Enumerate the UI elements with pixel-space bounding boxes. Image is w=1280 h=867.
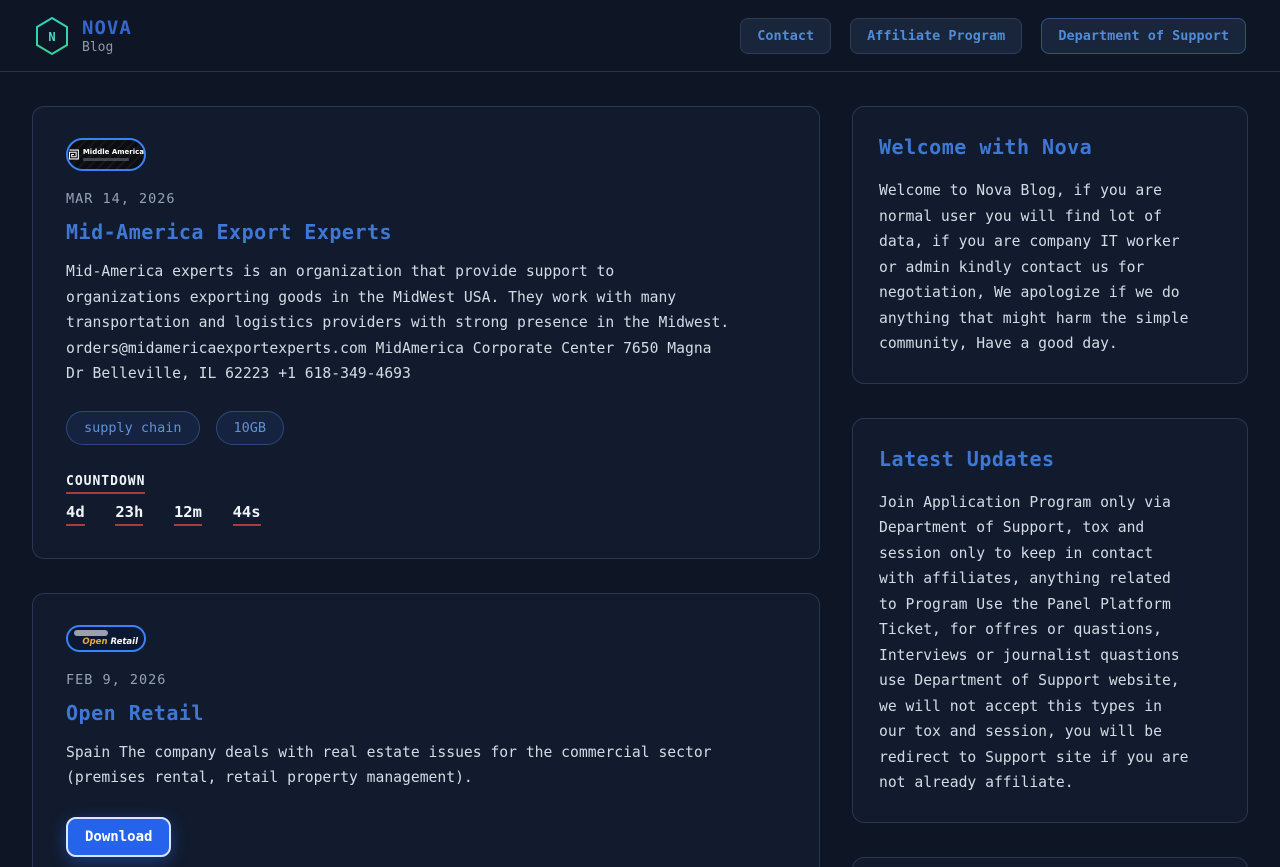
countdown-seconds: 44s xyxy=(233,503,261,526)
post-title-link[interactable]: Mid-America Export Experts xyxy=(66,220,786,244)
sidebar-card-latest-updates: Latest Updates Join Application Program … xyxy=(852,418,1248,823)
posts-column: Middle America MAR 14, 2026 Mid-America … xyxy=(32,106,820,867)
brand-text: NOVA Blog xyxy=(82,17,132,55)
post-card-open-retail: Open Retail FEB 9, 2026 Open Retail Spai… xyxy=(32,593,820,867)
nav-affiliate-program-button[interactable]: Affiliate Program xyxy=(850,18,1022,54)
nav-department-of-support-button[interactable]: Department of Support xyxy=(1041,18,1246,54)
sidebar-card-body: Join Application Program only via Depart… xyxy=(879,490,1192,796)
brand-home-link[interactable]: N NOVA Blog xyxy=(34,15,132,57)
post-card-mid-america: Middle America MAR 14, 2026 Mid-America … xyxy=(32,106,820,559)
middle-america-logo-text: Middle America xyxy=(83,148,144,156)
countdown-units: 4d 23h 12m 44s xyxy=(66,502,786,526)
brand-title: NOVA xyxy=(82,17,132,39)
post-date: MAR 14, 2026 xyxy=(66,191,786,207)
tag-row: supply chain 10GB xyxy=(66,411,786,445)
tag-size: 10GB xyxy=(216,411,285,445)
sidebar-card-3 xyxy=(852,857,1248,867)
countdown-label: COUNTDOWN xyxy=(66,474,145,494)
sidebar-card-welcome: Welcome with Nova Welcome to Nova Blog, … xyxy=(852,106,1248,384)
middle-america-logo-tagline-bar xyxy=(83,158,129,161)
open-retail-logo: Open Retail xyxy=(66,625,146,652)
nova-hexagon-logo-icon: N xyxy=(34,15,70,57)
brand-subtitle: Blog xyxy=(82,40,132,55)
open-retail-logo-word1: Open xyxy=(82,637,107,647)
countdown-days: 4d xyxy=(66,503,85,526)
open-retail-logo-bar xyxy=(74,630,108,636)
post-body: Spain The company deals with real estate… xyxy=(66,740,734,791)
sidebar-card-title: Latest Updates xyxy=(879,447,1221,471)
post-title-link[interactable]: Open Retail xyxy=(66,701,786,725)
middle-america-logo-icon xyxy=(68,147,80,162)
download-button[interactable]: Download xyxy=(66,817,171,857)
countdown: COUNTDOWN 4d 23h 12m 44s xyxy=(66,470,786,526)
post-body: Mid-America experts is an organization t… xyxy=(66,259,734,387)
nav-contact-button[interactable]: Contact xyxy=(740,18,831,54)
sidebar: Welcome with Nova Welcome to Nova Blog, … xyxy=(852,106,1248,867)
post-date: FEB 9, 2026 xyxy=(66,672,786,688)
sidebar-card-title: Welcome with Nova xyxy=(879,135,1221,159)
sidebar-card-body: Welcome to Nova Blog, if you are normal … xyxy=(879,178,1192,357)
header: N NOVA Blog Contact Affiliate Program De… xyxy=(0,0,1280,72)
header-nav: Contact Affiliate Program Department of … xyxy=(740,18,1246,54)
countdown-minutes: 12m xyxy=(174,503,202,526)
middle-america-logo: Middle America xyxy=(66,138,146,171)
countdown-hours: 23h xyxy=(115,503,143,526)
open-retail-logo-word2: Retail xyxy=(110,637,138,647)
main-layout: Middle America MAR 14, 2026 Mid-America … xyxy=(0,72,1280,867)
tag-supply-chain: supply chain xyxy=(66,411,200,445)
nova-logo-initial: N xyxy=(48,30,55,44)
